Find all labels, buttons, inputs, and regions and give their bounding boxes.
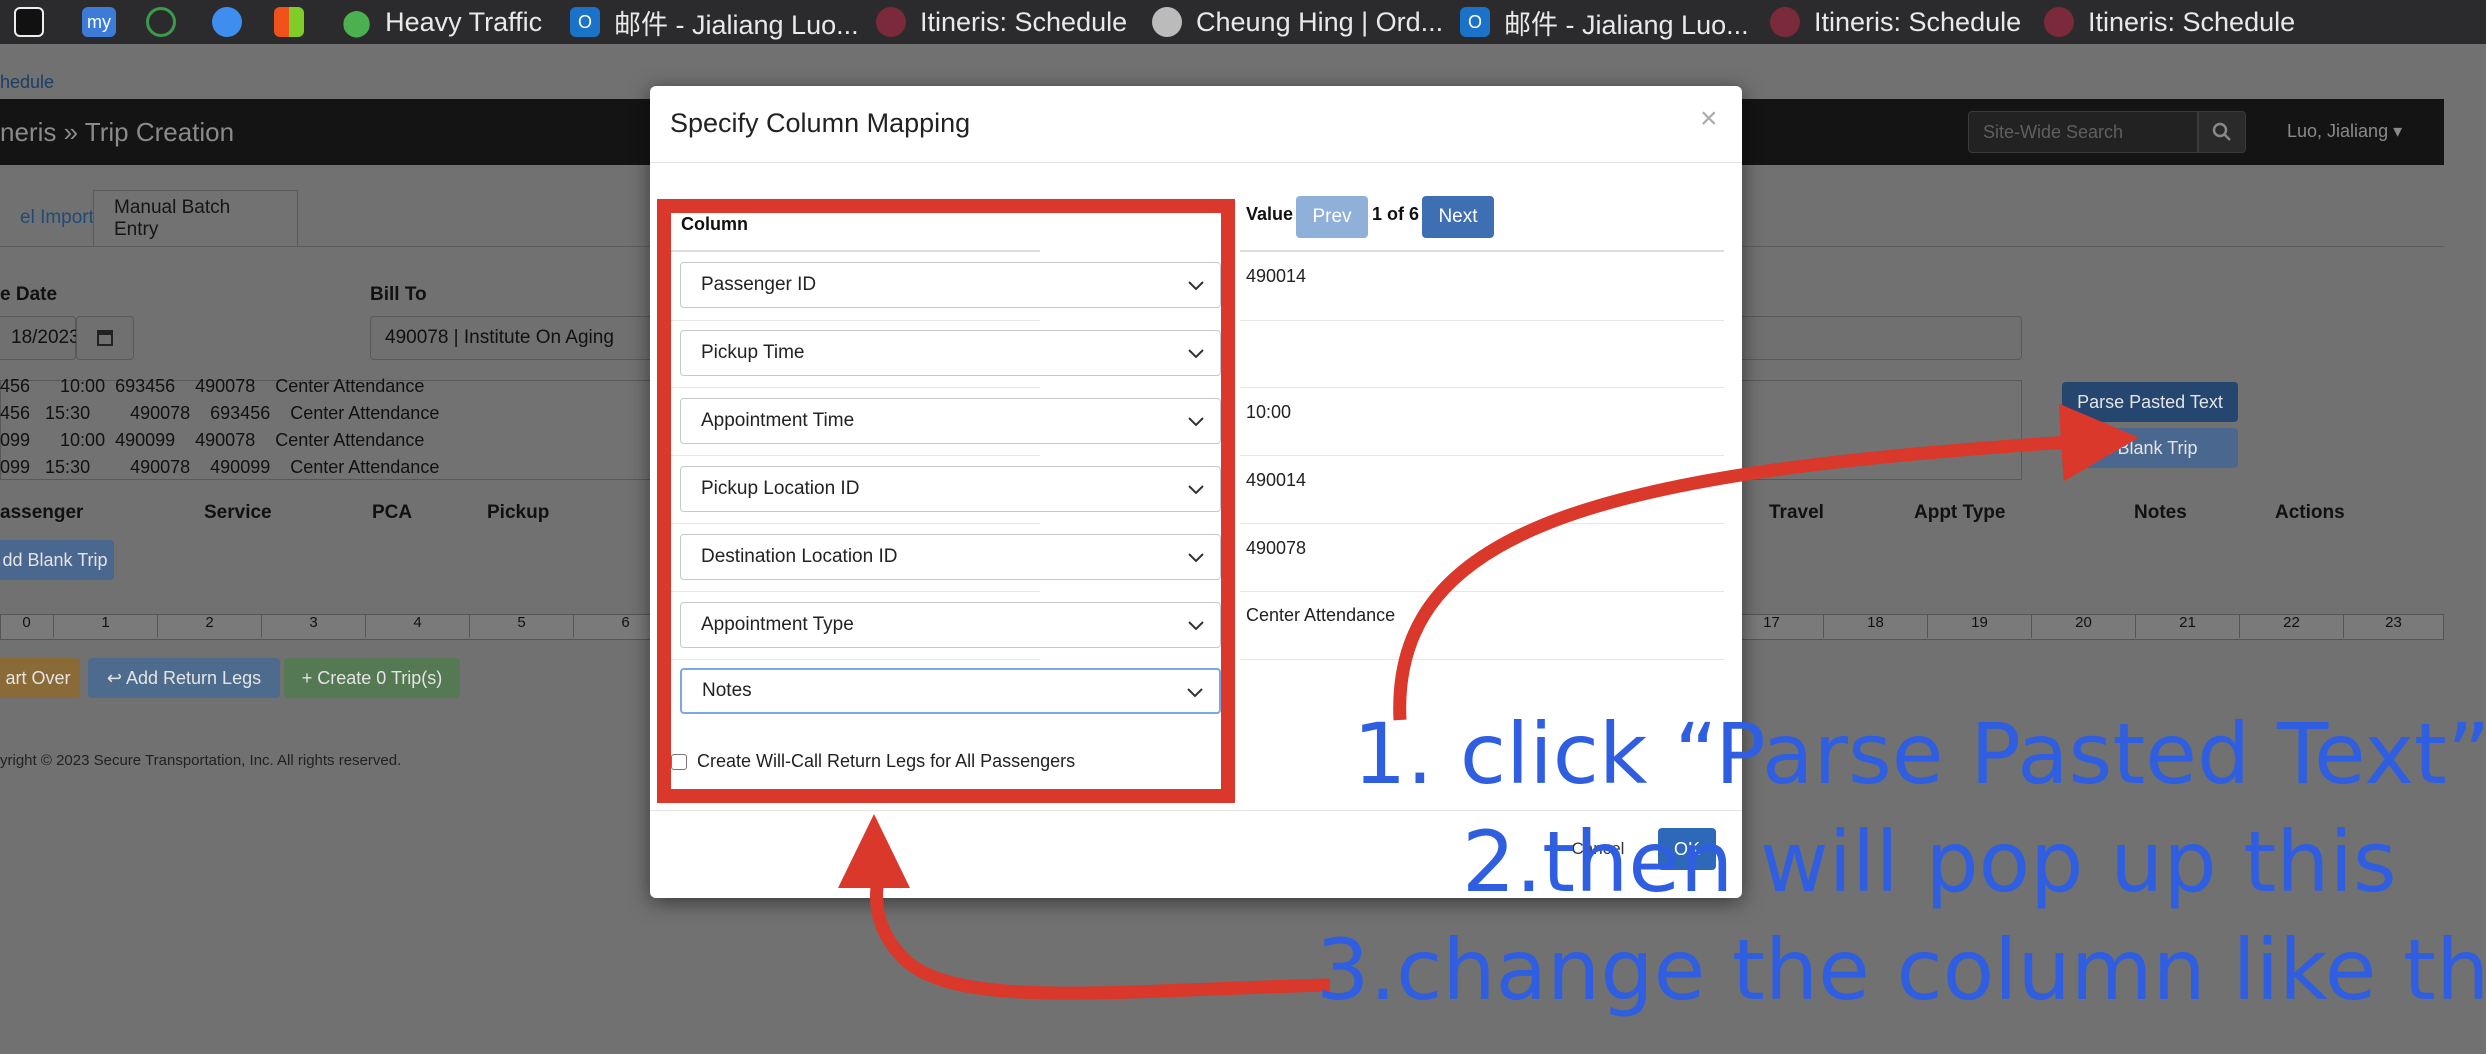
value-header: Value bbox=[1246, 204, 1294, 224]
header-pickup: Pickup bbox=[487, 502, 550, 523]
header-passenger: assenger bbox=[0, 502, 84, 523]
paste-line: 456 10:00 693456 490078 Center Attendanc… bbox=[0, 376, 425, 396]
timeline-hour: 0 bbox=[0, 614, 54, 638]
bookmark-heavy-traffic[interactable]: ⬤ Heavy Traffic bbox=[342, 0, 542, 44]
green-icon bbox=[146, 7, 176, 37]
annotation-step-1: 1. click “Parse Pasted Text” bbox=[1353, 705, 2486, 803]
modal-footer-divider bbox=[650, 810, 1742, 811]
timeline-hour: 5 bbox=[470, 614, 574, 638]
bookmark-itineris-3[interactable]: Itineris: Schedule bbox=[2044, 0, 2295, 44]
value-destination-location-id: 490078 bbox=[1246, 538, 1307, 558]
divider bbox=[1240, 387, 1724, 388]
header-actions: Actions bbox=[2275, 502, 2345, 523]
divider bbox=[1240, 523, 1724, 524]
date-label: e Date bbox=[0, 284, 58, 305]
bookmark-cheung-hing[interactable]: Cheung Hing | Ord... bbox=[1152, 0, 1443, 44]
page-title: neris » Trip Creation bbox=[0, 117, 235, 147]
calendar-icon bbox=[97, 330, 113, 346]
divider bbox=[1240, 320, 1724, 321]
value-appointment-time: 10:00 bbox=[1246, 402, 1292, 422]
header-pca: PCA bbox=[372, 502, 413, 523]
divider bbox=[1240, 659, 1724, 660]
modal-header-divider bbox=[650, 162, 1742, 163]
annotation-step-3: 3.change the column like this bbox=[1316, 921, 2486, 1019]
annotation-step-2: 2.then will pop up this bbox=[1462, 813, 2397, 911]
bookmark-chat[interactable] bbox=[212, 0, 242, 44]
tab-manual-batch-entry[interactable]: Manual Batch Entry bbox=[93, 190, 298, 246]
parse-pasted-text-button[interactable]: Parse Pasted Text bbox=[2062, 382, 2238, 422]
start-over-button[interactable]: art Over bbox=[0, 658, 80, 698]
date-input[interactable]: 18/2023 bbox=[0, 316, 80, 360]
timeline-hour: 19 bbox=[1928, 614, 2032, 638]
itineris-icon bbox=[2044, 7, 2074, 37]
timeline-hour: 20 bbox=[2032, 614, 2136, 638]
app-icon bbox=[14, 7, 44, 37]
value-passenger-id: 490014 bbox=[1246, 266, 1307, 286]
timeline-hour: 3 bbox=[262, 614, 366, 638]
bookmark-app[interactable] bbox=[14, 0, 44, 44]
user-menu[interactable]: Luo, Jialiang ▾ bbox=[2287, 121, 2402, 142]
bookmark-green[interactable] bbox=[146, 0, 176, 44]
timeline-hour: 2 bbox=[158, 614, 262, 638]
timeline-hour: 1 bbox=[54, 614, 158, 638]
divider bbox=[1240, 591, 1724, 592]
windows-icon bbox=[274, 7, 304, 37]
calendar-button[interactable] bbox=[76, 316, 134, 360]
paste-line: 456 15:30 490078 693456 Center Attendanc… bbox=[0, 403, 440, 423]
maps-pin-icon: ⬤ bbox=[342, 6, 372, 37]
outlook-icon: O bbox=[570, 7, 600, 37]
highlight-box bbox=[657, 199, 1235, 803]
timeline-hour: 4 bbox=[366, 614, 470, 638]
divider bbox=[1240, 250, 1724, 252]
itineris-icon bbox=[1770, 7, 1800, 37]
breadcrumb[interactable]: hedule bbox=[0, 72, 54, 93]
bookmarks-bar: my ⬤ Heavy Traffic O 邮件 - Jialiang Luo... … bbox=[0, 0, 2486, 44]
header-travel: Travel bbox=[1769, 502, 1824, 523]
bookmark-windows[interactable] bbox=[274, 0, 304, 44]
bookmark-mail-1[interactable]: O 邮件 - Jialiang Luo... bbox=[570, 0, 859, 44]
chat-icon bbox=[212, 7, 242, 37]
globe-icon bbox=[1152, 7, 1182, 37]
header-notes: Notes bbox=[2134, 502, 2187, 523]
header-service: Service bbox=[204, 502, 272, 523]
value-appointment-type: Center Attendance bbox=[1246, 605, 1396, 625]
search-button[interactable] bbox=[2198, 111, 2246, 153]
divider bbox=[1240, 455, 1724, 456]
paste-line: 099 10:00 490099 490078 Center Attendanc… bbox=[0, 430, 425, 450]
timeline-hour: 18 bbox=[1824, 614, 1928, 638]
timeline-hour: 23 bbox=[2344, 614, 2444, 638]
timeline-hour: 22 bbox=[2240, 614, 2344, 638]
bookmark-my[interactable]: my bbox=[82, 0, 116, 44]
bookmark-itineris-1[interactable]: Itineris: Schedule bbox=[876, 0, 1127, 44]
value-pickup-location-id: 490014 bbox=[1246, 470, 1307, 490]
outlook-icon: O bbox=[1460, 7, 1490, 37]
header-appt-type: Appt Type bbox=[1914, 502, 2006, 523]
bookmark-mail-2[interactable]: O 邮件 - Jialiang Luo... bbox=[1460, 0, 1749, 44]
modal-title: Specify Column Mapping bbox=[670, 108, 971, 138]
bookmark-itineris-2[interactable]: Itineris: Schedule bbox=[1770, 0, 2021, 44]
timeline-hour: 21 bbox=[2136, 614, 2240, 638]
paste-line: 099 15:30 490078 490099 Center Attendanc… bbox=[0, 457, 440, 477]
page-count: 1 of 6 bbox=[1372, 204, 1420, 224]
next-button[interactable]: Next bbox=[1422, 196, 1494, 238]
add-blank-trip-button[interactable]: d Blank Trip bbox=[2062, 428, 2238, 468]
itineris-icon bbox=[876, 7, 906, 37]
add-blank-trip-left-button[interactable]: dd Blank Trip bbox=[0, 540, 114, 580]
my-icon: my bbox=[82, 7, 116, 37]
bill-to-label: Bill To bbox=[370, 284, 427, 305]
site-search-input[interactable]: Site-Wide Search bbox=[1968, 111, 2198, 153]
search-icon bbox=[2212, 122, 2231, 141]
create-trips-button[interactable]: + Create 0 Trip(s) bbox=[284, 658, 460, 698]
copyright-footer: yright © 2023 Secure Transportation, Inc… bbox=[0, 752, 402, 769]
prev-button[interactable]: Prev bbox=[1296, 196, 1368, 238]
add-return-legs-button[interactable]: ↩ Add Return Legs bbox=[88, 658, 280, 698]
close-icon[interactable]: × bbox=[1700, 102, 1718, 136]
